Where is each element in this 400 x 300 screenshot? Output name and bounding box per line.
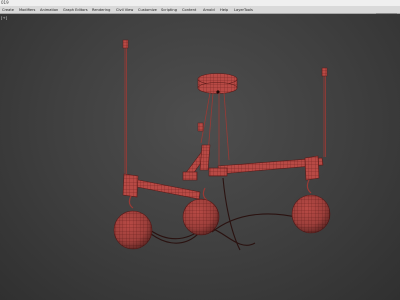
chandelier-model [113,39,331,251]
lamp-sphere-center [182,198,220,236]
menu-bar: Create Modifiers Animation Graph Editors… [0,6,400,19]
menu-content[interactable]: Content [182,6,196,14]
menu-help[interactable]: Help [220,6,228,14]
lamp-sphere-left [113,210,153,250]
menu-graph-editors[interactable]: Graph Editors [63,6,88,14]
menu-modifiers[interactable]: Modifiers [19,6,35,14]
menu-animation[interactable]: Animation [40,6,58,14]
menu-civil-view[interactable]: Civil View [116,6,133,14]
menu-create[interactable]: Create [2,6,14,14]
menu-layertools[interactable]: LayerTools [234,6,253,14]
menu-scripting[interactable]: Scripting [161,6,177,14]
window-title: 019 [1,0,9,5]
chandelier-arms [122,144,324,200]
menu-arnold[interactable]: Arnold [203,6,215,14]
suspension-wires [124,48,326,175]
menu-rendering[interactable]: Rendering [92,6,110,14]
menu-customize[interactable]: Customize [138,6,157,14]
canopy [197,73,238,94]
lamp-sphere-right [291,194,331,234]
perspective-viewport[interactable]: [+] [0,14,400,300]
